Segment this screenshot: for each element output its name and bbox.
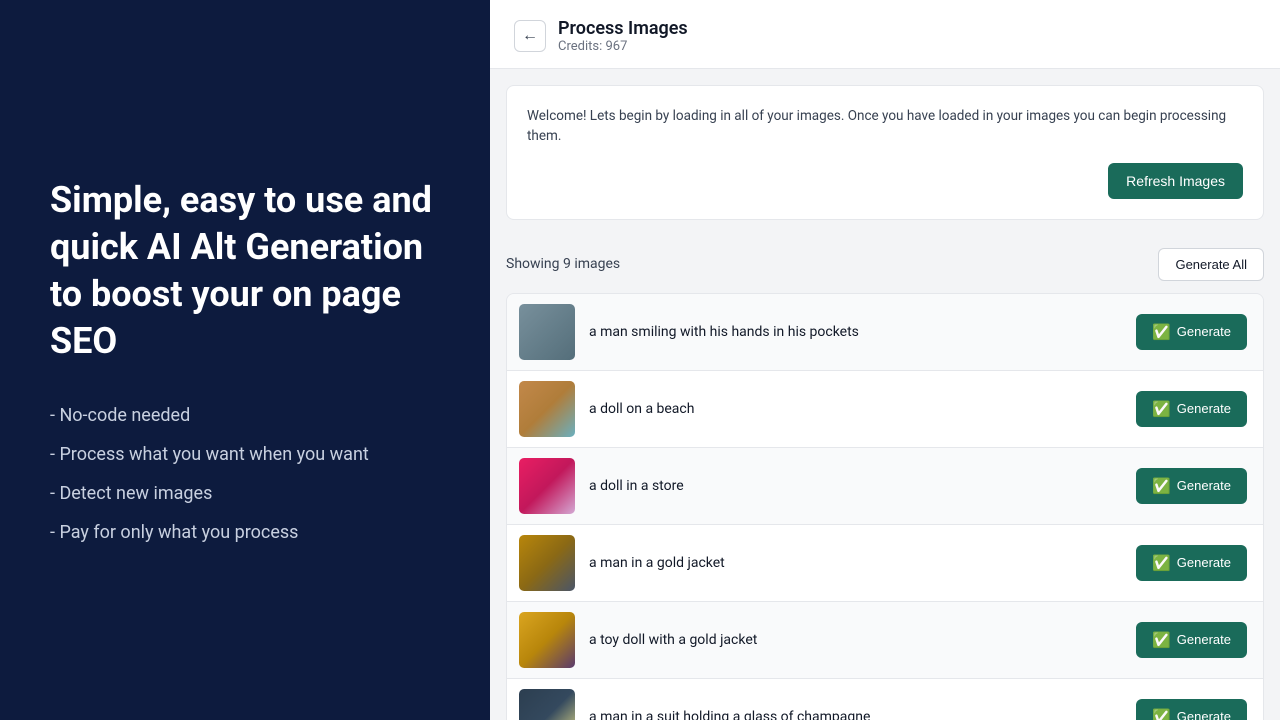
hero-title: Simple, easy to use and quick AI Alt Gen… [50,177,440,364]
images-count: Showing 9 images [506,256,620,272]
image-alt-text: a doll in a store [589,478,1122,494]
welcome-actions: Refresh Images [527,163,1243,199]
generate-button[interactable]: ✅ Generate [1136,622,1247,658]
generate-button[interactable]: ✅ Generate [1136,545,1247,581]
image-list: a man smiling with his hands in his pock… [506,293,1264,720]
image-alt-text: a doll on a beach [589,401,1122,417]
image-alt-text: a toy doll with a gold jacket [589,632,1122,648]
left-panel: Simple, easy to use and quick AI Alt Gen… [0,0,490,720]
welcome-text: Welcome! Lets begin by loading in all of… [527,106,1243,147]
generate-all-button[interactable]: Generate All [1158,248,1264,281]
feature-2: - Process what you want when you want [50,444,440,465]
image-alt-text: a man in a gold jacket [589,555,1122,571]
table-row: a doll on a beach ✅ Generate [507,371,1263,448]
images-section: Showing 9 images Generate All a man smil… [506,236,1264,720]
check-icon: ✅ [1152,554,1171,572]
welcome-box: Welcome! Lets begin by loading in all of… [506,85,1264,220]
check-icon: ✅ [1152,400,1171,418]
generate-button[interactable]: ✅ Generate [1136,391,1247,427]
panel-header: ← Process Images Credits: 967 [490,0,1280,69]
generate-button[interactable]: ✅ Generate [1136,699,1247,720]
feature-3: - Detect new images [50,483,440,504]
images-header: Showing 9 images Generate All [506,236,1264,293]
image-thumbnail [519,381,575,437]
image-thumbnail [519,689,575,720]
check-icon: ✅ [1152,323,1171,341]
table-row: a man smiling with his hands in his pock… [507,294,1263,371]
panel-credits: Credits: 967 [558,39,688,54]
panel-title-group: Process Images Credits: 967 [558,18,688,54]
check-icon: ✅ [1152,708,1171,720]
right-panel: ← Process Images Credits: 967 Welcome! L… [490,0,1280,720]
generate-button[interactable]: ✅ Generate [1136,314,1247,350]
check-icon: ✅ [1152,477,1171,495]
panel-title: Process Images [558,18,688,39]
table-row: a doll in a store ✅ Generate [507,448,1263,525]
table-row: a man in a suit holding a glass of champ… [507,679,1263,720]
image-thumbnail [519,304,575,360]
back-button[interactable]: ← [514,20,546,52]
generate-button[interactable]: ✅ Generate [1136,468,1247,504]
features-list: - No-code needed - Process what you want… [50,405,440,543]
feature-4: - Pay for only what you process [50,522,440,543]
image-thumbnail [519,458,575,514]
feature-1: - No-code needed [50,405,440,426]
image-thumbnail [519,535,575,591]
image-thumbnail [519,612,575,668]
table-row: a man in a gold jacket ✅ Generate [507,525,1263,602]
image-alt-text: a man in a suit holding a glass of champ… [589,709,1122,720]
check-icon: ✅ [1152,631,1171,649]
image-alt-text: a man smiling with his hands in his pock… [589,324,1122,340]
table-row: a toy doll with a gold jacket ✅ Generate [507,602,1263,679]
refresh-images-button[interactable]: Refresh Images [1108,163,1243,199]
